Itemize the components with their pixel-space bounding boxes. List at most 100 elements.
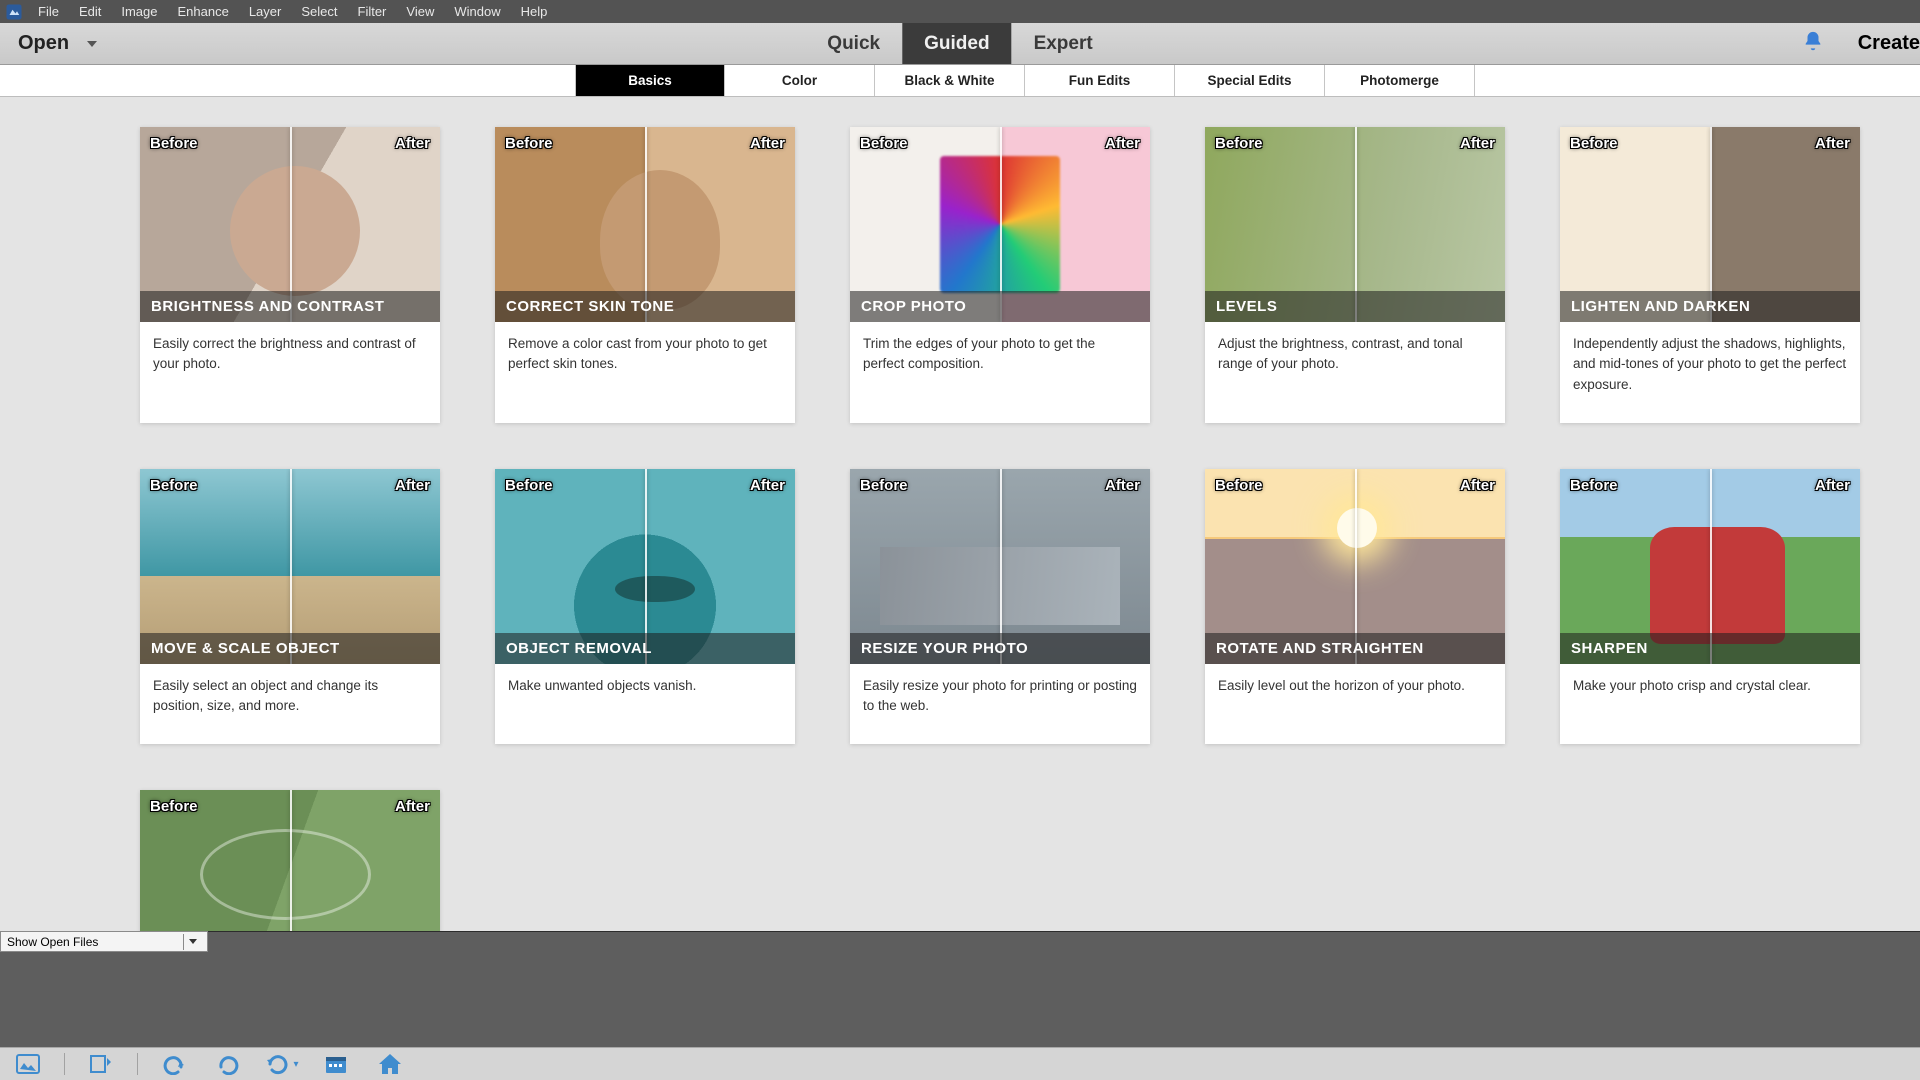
card-description: Independently adjust the shadows, highli… [1560, 322, 1860, 423]
card-description: Make unwanted objects vanish. [495, 664, 795, 742]
after-label: After [1460, 135, 1495, 152]
after-label: After [750, 477, 785, 494]
card-title: CORRECT SKIN TONE [495, 291, 795, 322]
card-preview: Before After LIGHTEN AND DARKEN [1560, 127, 1860, 322]
before-label: Before [505, 135, 553, 152]
guided-card-move-scale-object[interactable]: BeforeAfterMOVE & SCALE OBJECTEasily sel… [140, 469, 440, 745]
subtab-special-edits[interactable]: Special Edits [1175, 65, 1325, 96]
after-label: After [1815, 477, 1850, 494]
home-icon[interactable] [372, 1050, 408, 1078]
menu-file[interactable]: File [28, 4, 69, 19]
subtab-color[interactable]: Color [725, 65, 875, 96]
menu-window[interactable]: Window [444, 4, 510, 19]
guided-card-correct-skin-tone[interactable]: BeforeAfterCORRECT SKIN TONERemove a col… [495, 127, 795, 423]
card-preview: BeforeAfterCROP PHOTO [850, 127, 1150, 322]
before-label: Before [1215, 135, 1263, 152]
subtab-black-white[interactable]: Black & White [875, 65, 1025, 96]
subtab-photomerge[interactable]: Photomerge [1325, 65, 1475, 96]
before-label: Before [860, 477, 908, 494]
before-label: Before [1570, 135, 1618, 152]
create-button[interactable]: Create [1858, 32, 1920, 55]
menu-layer[interactable]: Layer [239, 4, 292, 19]
before-label: Before [505, 477, 553, 494]
card-grid: BeforeAfterBRIGHTNESS AND CONTRASTEasily… [140, 127, 1780, 931]
card-preview: Before After BRIGHTNESS AND CONTRAST [140, 127, 440, 322]
card-preview: Before After ROTATE AND STRAIGHTEN [1205, 469, 1505, 664]
subtab-basics[interactable]: Basics [575, 65, 725, 96]
menu-enhance[interactable]: Enhance [168, 4, 239, 19]
guided-card-rotate-and-straighten[interactable]: Before After ROTATE AND STRAIGHTENEasily l… [1205, 469, 1505, 745]
bottom-toolbar: ▾ [0, 1047, 1920, 1080]
guided-card-levels[interactable]: Before After LEVELSAdjust the brightness, … [1205, 127, 1505, 423]
before-label: Before [860, 135, 908, 152]
chevron-down-icon [183, 934, 201, 950]
before-label: Before [150, 798, 198, 815]
after-label: After [1105, 477, 1140, 494]
guided-card-brightness-and-contrast[interactable]: Before After BRIGHTNESS AND CONTRASTEasily… [140, 127, 440, 423]
card-title: OBJECT REMOVAL [495, 633, 795, 664]
card-preview: Before After LEVELS [1205, 127, 1505, 322]
subtab-fun-edits[interactable]: Fun Edits [1025, 65, 1175, 96]
after-label: After [395, 135, 430, 152]
card-title: MOVE & SCALE OBJECT [140, 633, 440, 664]
rotate-icon[interactable]: ▾ [264, 1050, 300, 1078]
card-preview: BeforeAfterMOVE & SCALE OBJECT [140, 469, 440, 664]
after-label: After [1815, 135, 1850, 152]
card-title: BRIGHTNESS AND CONTRAST [140, 291, 440, 322]
separator [64, 1053, 65, 1075]
guided-card-sharpen[interactable]: BeforeAfterSHARPENMake your photo crisp … [1560, 469, 1860, 745]
organizer-icon[interactable] [318, 1050, 354, 1078]
main-toolbar: Open Quick Guided Expert Create [0, 23, 1920, 65]
card-description: Easily select an object and change its p… [140, 664, 440, 745]
after-label: After [395, 798, 430, 815]
mode-tab-guided[interactable]: Guided [902, 23, 1011, 64]
after-label: After [1460, 477, 1495, 494]
before-label: Before [1215, 477, 1263, 494]
menu-image[interactable]: Image [111, 4, 167, 19]
after-label: After [395, 477, 430, 494]
card-title: CROP PHOTO [850, 291, 1150, 322]
photo-bin-dropdown[interactable]: Show Open Files [0, 931, 208, 952]
menu-view[interactable]: View [396, 4, 444, 19]
open-button[interactable]: Open [0, 23, 111, 64]
card-description: Easily level out the horizon of your pho… [1205, 664, 1505, 742]
before-label: Before [150, 135, 198, 152]
undo-icon[interactable] [156, 1050, 192, 1078]
menubar: File Edit Image Enhance Layer Select Fil… [0, 0, 1920, 23]
menu-edit[interactable]: Edit [69, 4, 111, 19]
card-description: Easily resize your photo for printing or… [850, 664, 1150, 745]
card-title: RESIZE YOUR PHOTO [850, 633, 1150, 664]
card-preview: BeforeAfterCORRECT SKIN TONE [495, 127, 795, 322]
guided-card-crop-photo[interactable]: BeforeAfterCROP PHOTOTrim the edges of y… [850, 127, 1150, 423]
card-preview: BeforeAfterSHARPEN [1560, 469, 1860, 664]
redo-icon[interactable] [210, 1050, 246, 1078]
menu-help[interactable]: Help [511, 4, 558, 19]
photo-bin-dropdown-label: Show Open Files [7, 935, 98, 949]
card-description: Adjust the brightness, contrast, and ton… [1205, 322, 1505, 403]
card-title: LEVELS [1205, 291, 1505, 322]
guided-card-object-removal[interactable]: Before After OBJECT REMOVALMake unwanted o… [495, 469, 795, 745]
card-preview: Before After RESIZE YOUR PHOTO [850, 469, 1150, 664]
card-description: Easily correct the brightness and contra… [140, 322, 440, 403]
open-label: Open [18, 32, 69, 55]
card-title: ROTATE AND STRAIGHTEN [1205, 633, 1505, 664]
card-description: Make your photo crisp and crystal clear. [1560, 664, 1860, 742]
notifications-icon[interactable] [1802, 30, 1838, 58]
tool-options-icon[interactable] [83, 1050, 119, 1078]
card-title: LIGHTEN AND DARKEN [1560, 291, 1860, 322]
mode-tab-expert[interactable]: Expert [1012, 23, 1115, 64]
menu-select[interactable]: Select [291, 4, 347, 19]
card-description: Trim the edges of your photo to get the … [850, 322, 1150, 403]
card-preview: Before After OBJECT REMOVAL [495, 469, 795, 664]
photo-bin-icon[interactable] [10, 1050, 46, 1078]
card-description: Remove a color cast from your photo to g… [495, 322, 795, 403]
open-dropdown-icon[interactable] [87, 41, 97, 47]
guided-card-vignette-effect[interactable]: BeforeAfterVIGNETTE EFFECT [140, 790, 440, 931]
guided-card-lighten-and-darken[interactable]: Before After LIGHTEN AND DARKENIndependent… [1560, 127, 1860, 423]
menu-filter[interactable]: Filter [348, 4, 397, 19]
mode-tab-quick[interactable]: Quick [805, 23, 902, 64]
app-logo-icon [0, 0, 28, 23]
photo-bin: Show Open Files [0, 931, 1920, 1047]
guided-card-resize-your-photo[interactable]: Before After RESIZE YOUR PHOTOEasily resiz… [850, 469, 1150, 745]
card-title: SHARPEN [1560, 633, 1860, 664]
